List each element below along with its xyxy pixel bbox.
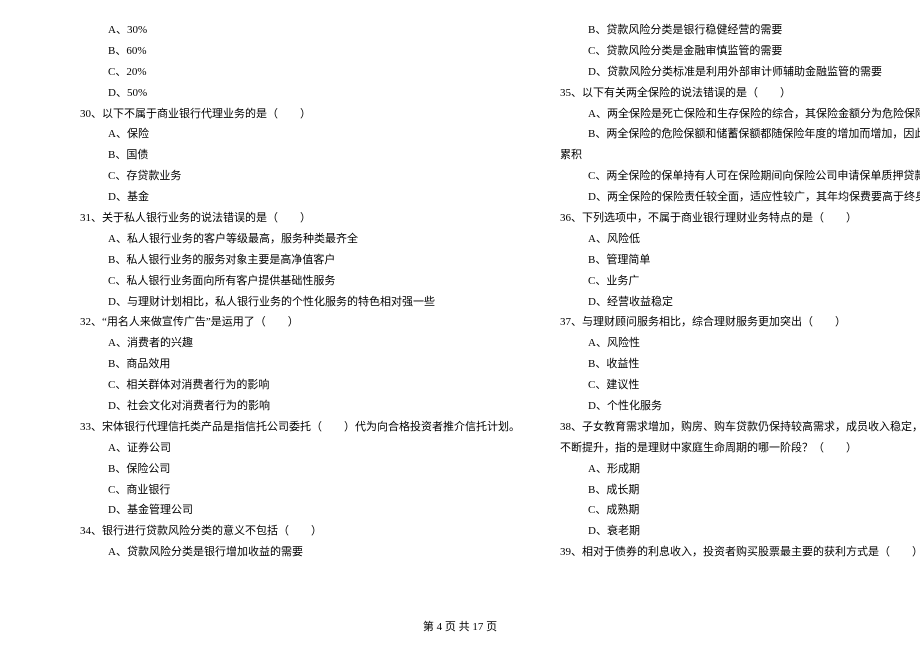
option: D、两全保险的保险责任较全面，适应性较广，其年均保费要高于终身寿险: [560, 187, 920, 208]
option: A、消费者的兴趣: [80, 333, 520, 354]
option: C、存贷款业务: [80, 166, 520, 187]
question-stem: 36、下列选项中，不属于商业银行理财业务特点的是（ ）: [560, 208, 920, 229]
page-footer: 第 4 页 共 17 页: [0, 617, 920, 638]
option: A、两全保险是死亡保险和生存保险的综合，其保险金额分为危险保障保额和储蓄保额: [560, 104, 920, 125]
option: C、业务广: [560, 271, 920, 292]
option: B、保险公司: [80, 459, 520, 480]
option: D、与理财计划相比，私人银行业务的个性化服务的特色相对强一些: [80, 292, 520, 313]
question-stem: 34、银行进行贷款风险分类的意义不包括（ ）: [80, 521, 520, 542]
option: C、建议性: [560, 375, 920, 396]
option: D、个性化服务: [560, 396, 920, 417]
question-stem: 35、以下有关两全保险的说法错误的是（ ）: [560, 83, 920, 104]
option: D、衰老期: [560, 521, 920, 542]
question-stem: 38、子女教育需求增加，购房、购车贷款仍保持较高需求，成员收入稳定，家庭风险承受…: [560, 417, 920, 438]
option: B、两全保险的危险保额和储蓄保额都随保险年度的增加而增加，因此，其现金价值也逐渐: [560, 124, 920, 145]
question-stem: 30、以下不属于商业银行代理业务的是（ ）: [80, 104, 520, 125]
question-stem: 37、与理财顾问服务相比，综合理财服务更加突出（ ）: [560, 312, 920, 333]
option: B、成长期: [560, 480, 920, 501]
question-stem: 31、关于私人银行业务的说法错误的是（ ）: [80, 208, 520, 229]
option: D、贷款风险分类标准是利用外部审计师辅助金融监管的需要: [560, 62, 920, 83]
option: A、保险: [80, 124, 520, 145]
option: B、管理简单: [560, 250, 920, 271]
option: C、两全保险的保单持有人可在保险期间向保险公司申请保单质押贷款: [560, 166, 920, 187]
option: C、相关群体对消费者行为的影响: [80, 375, 520, 396]
option: B、商品效用: [80, 354, 520, 375]
option: C、20%: [80, 62, 520, 83]
option: D、经营收益稳定: [560, 292, 920, 313]
option: A、风险低: [560, 229, 920, 250]
page-content: A、30% B、60% C、20% D、50% 30、以下不属于商业银行代理业务…: [0, 0, 920, 563]
option: C、商业银行: [80, 480, 520, 501]
option-continuation: 累积: [560, 145, 920, 166]
option: D、50%: [80, 83, 520, 104]
option: C、私人银行业务面向所有客户提供基础性服务: [80, 271, 520, 292]
option: A、风险性: [560, 333, 920, 354]
option: A、30%: [80, 20, 520, 41]
option: D、基金管理公司: [80, 500, 520, 521]
right-column: B、贷款风险分类是银行稳健经营的需要 C、贷款风险分类是金融审慎监管的需要 D、…: [540, 20, 920, 563]
question-stem: 39、相对于债券的利息收入，投资者购买股票最主要的获利方式是（ ）: [560, 542, 920, 563]
option: C、贷款风险分类是金融审慎监管的需要: [560, 41, 920, 62]
option: A、形成期: [560, 459, 920, 480]
option: A、私人银行业务的客户等级最高，服务种类最齐全: [80, 229, 520, 250]
option: C、成熟期: [560, 500, 920, 521]
option: A、贷款风险分类是银行增加收益的需要: [80, 542, 520, 563]
left-column: A、30% B、60% C、20% D、50% 30、以下不属于商业银行代理业务…: [80, 20, 540, 563]
option: D、基金: [80, 187, 520, 208]
option: B、私人银行业务的服务对象主要是高净值客户: [80, 250, 520, 271]
option: D、社会文化对消费者行为的影响: [80, 396, 520, 417]
option: A、证券公司: [80, 438, 520, 459]
question-stem-cont: 不断提升，指的是理财中家庭生命周期的哪一阶段？（ ）: [560, 438, 920, 459]
option: B、60%: [80, 41, 520, 62]
option: B、国债: [80, 145, 520, 166]
option: B、贷款风险分类是银行稳健经营的需要: [560, 20, 920, 41]
question-stem: 32、“用名人来做宣传广告”是运用了（ ）: [80, 312, 520, 333]
option: B、收益性: [560, 354, 920, 375]
question-stem: 33、宋体银行代理信托类产品是指信托公司委托（ ）代为向合格投资者推介信托计划。: [80, 417, 520, 438]
